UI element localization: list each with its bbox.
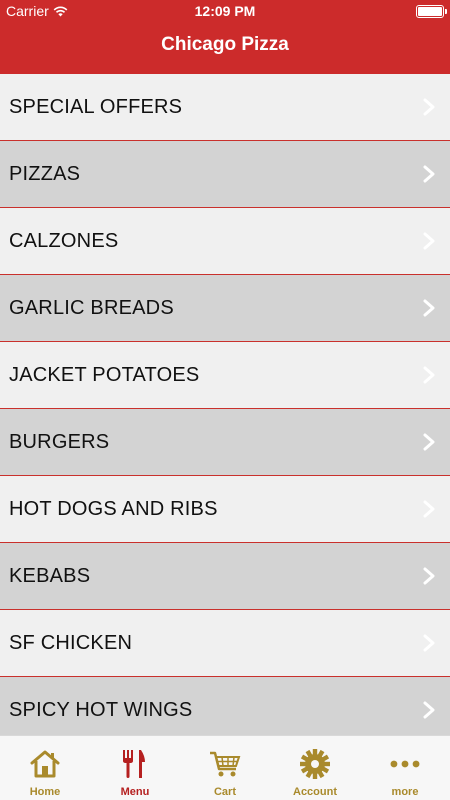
menu-category-list: SPECIAL OFFERS PIZZAS CALZONES GARLIC BR… bbox=[0, 74, 450, 735]
status-bar: Carrier 12:09 PM bbox=[0, 0, 450, 22]
home-icon bbox=[28, 748, 62, 780]
status-time: 12:09 PM bbox=[194, 3, 256, 19]
menu-item-label: PIZZAS bbox=[9, 162, 81, 185]
chevron-right-icon bbox=[423, 634, 435, 652]
cutlery-icon bbox=[118, 748, 152, 780]
menu-item-label: JACKET POTATOES bbox=[9, 363, 200, 386]
tab-menu[interactable]: Menu bbox=[90, 736, 180, 800]
tab-account[interactable]: Account bbox=[270, 736, 360, 800]
menu-item-garlic-breads[interactable]: GARLIC BREADS bbox=[0, 275, 450, 342]
battery-icon bbox=[416, 5, 447, 18]
tab-more-label: more bbox=[391, 786, 419, 798]
more-icon bbox=[388, 748, 422, 780]
tab-bar: Home Menu Cart Account more bbox=[0, 735, 450, 800]
menu-item-label: HOT DOGS AND RIBS bbox=[9, 497, 218, 520]
menu-item-calzones[interactable]: CALZONES bbox=[0, 208, 450, 275]
menu-item-special-offers[interactable]: SPECIAL OFFERS bbox=[0, 74, 450, 141]
tab-home[interactable]: Home bbox=[0, 736, 90, 800]
chevron-right-icon bbox=[423, 500, 435, 518]
menu-item-hot-dogs-and-ribs[interactable]: HOT DOGS AND RIBS bbox=[0, 476, 450, 543]
cart-icon bbox=[208, 748, 242, 780]
menu-item-sf-chicken[interactable]: SF CHICKEN bbox=[0, 610, 450, 677]
tab-home-label: Home bbox=[29, 786, 61, 798]
chevron-right-icon bbox=[423, 366, 435, 384]
chevron-right-icon bbox=[423, 165, 435, 183]
chevron-right-icon bbox=[423, 299, 435, 317]
header: Carrier 12:09 PM Chicago Pizza bbox=[0, 0, 450, 74]
page-title: Chicago Pizza bbox=[161, 34, 289, 55]
chevron-right-icon bbox=[423, 232, 435, 250]
menu-item-label: BURGERS bbox=[9, 430, 110, 453]
menu-item-pizzas[interactable]: PIZZAS bbox=[0, 141, 450, 208]
gear-icon bbox=[298, 748, 332, 780]
menu-item-label: GARLIC BREADS bbox=[9, 296, 174, 319]
tab-account-label: Account bbox=[293, 786, 337, 798]
tab-more[interactable]: more bbox=[360, 736, 450, 800]
tab-cart[interactable]: Cart bbox=[180, 736, 270, 800]
menu-item-spicy-hot-wings[interactable]: SPICY HOT WINGS bbox=[0, 677, 450, 735]
chevron-right-icon bbox=[423, 98, 435, 116]
menu-item-label: SPECIAL OFFERS bbox=[9, 95, 183, 118]
menu-item-label: SF CHICKEN bbox=[9, 631, 133, 654]
menu-item-burgers[interactable]: BURGERS bbox=[0, 409, 450, 476]
menu-item-label: CALZONES bbox=[9, 229, 119, 252]
chevron-right-icon bbox=[423, 567, 435, 585]
menu-item-label: SPICY HOT WINGS bbox=[9, 698, 193, 721]
menu-item-label: KEBABS bbox=[9, 564, 91, 587]
tab-cart-label: Cart bbox=[213, 786, 236, 798]
chevron-right-icon bbox=[423, 433, 435, 451]
menu-item-kebabs[interactable]: KEBABS bbox=[0, 543, 450, 610]
menu-item-jacket-potatoes[interactable]: JACKET POTATOES bbox=[0, 342, 450, 409]
tab-menu-label: Menu bbox=[120, 786, 150, 798]
chevron-right-icon bbox=[423, 701, 435, 719]
